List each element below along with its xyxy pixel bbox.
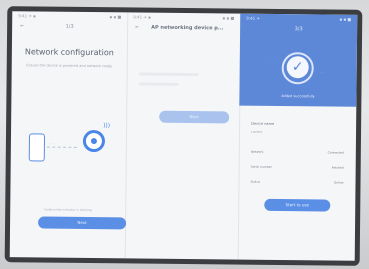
- status-left: 9:41 ✈: [246, 15, 260, 21]
- nav-bar: ← AP networking device p...: [127, 22, 240, 35]
- section-title: Device name: [251, 121, 275, 126]
- step-indicator: 3/3: [294, 26, 303, 33]
- status-right: ▪ ▪ ■: [222, 15, 235, 21]
- ap-networking-panel: 9:41 ✈ ▪ ▪ ▪ ■ ← AP networking device p.…: [124, 12, 242, 260]
- status-right: ▪ ▪ ■: [109, 14, 122, 20]
- next-button[interactable]: Next: [38, 216, 127, 230]
- input-field[interactable]: [138, 72, 199, 77]
- nav-bar: 3/3: [240, 24, 357, 37]
- row-label: Status: [250, 179, 261, 184]
- check-icon: ✓: [286, 56, 309, 79]
- next-button[interactable]: Next: [159, 110, 230, 124]
- row-value: Online: [333, 180, 344, 185]
- success-text: Added successfully: [281, 94, 315, 99]
- status-bar: 9:41 ✈ ▪ ▪ ▪ ■: [12, 11, 127, 20]
- row-value: Connected: [327, 150, 344, 155]
- info-row: Status Online: [250, 179, 344, 185]
- status-bar: 9:41 ✈ ▪ ▪ ▪ ■: [127, 12, 240, 21]
- connection-line: [46, 146, 77, 148]
- sparkle-icon: · ·: [319, 70, 323, 75]
- row-label: Network: [250, 149, 264, 154]
- nav-bar: ← 1/3: [12, 21, 127, 34]
- camera-icon: [82, 129, 106, 153]
- sparkle-icon: · ·: [269, 57, 273, 62]
- status-bar: 9:41 ✈ ▪ ▪ ■: [240, 14, 357, 23]
- success-header: 9:41 ✈ ▪ ▪ ■ 3/3 · · · · ✓ Added success…: [239, 13, 358, 107]
- step-indicator: 1/3: [65, 23, 74, 30]
- tablet-device: 9:41 ✈ ▪ ▪ ▪ ■ ← 1/3 Network configurati…: [4, 6, 363, 266]
- page-title: Network configuration: [24, 47, 114, 58]
- input-field[interactable]: [138, 82, 179, 86]
- hint-text: Confirm the indicator is blinking: [43, 207, 92, 213]
- phone-icon: [28, 133, 46, 162]
- row-label: Serial number: [250, 164, 272, 169]
- row-value: Fetched: [331, 165, 344, 170]
- connection-label: - - -: [48, 141, 55, 146]
- wifi-icon: ))): [103, 122, 111, 130]
- status-right: ▪ ▪ ■: [339, 16, 352, 22]
- info-row: Serial number Fetched: [250, 164, 344, 170]
- info-row: Network Connected: [250, 149, 344, 155]
- page-subtitle: Ensure the device is powered and network…: [26, 63, 113, 69]
- start-button[interactable]: Start to use: [264, 198, 331, 212]
- page-title: AP networking device p...: [151, 24, 224, 32]
- back-icon[interactable]: ←: [135, 24, 139, 30]
- status-left: 9:41 ✈ ▪: [133, 14, 151, 20]
- network-config-panel: 9:41 ✈ ▪ ▪ ▪ ■ ← 1/3 Network configurati…: [9, 11, 129, 259]
- success-panel: 9:41 ✈ ▪ ▪ ■ 3/3 · · · · ✓ Added success…: [238, 13, 358, 261]
- tablet-screen: 9:41 ✈ ▪ ▪ ▪ ■ ← 1/3 Network configurati…: [9, 11, 358, 261]
- status-left: 9:41 ✈ ▪: [18, 13, 36, 19]
- section-value: camera: [251, 129, 263, 134]
